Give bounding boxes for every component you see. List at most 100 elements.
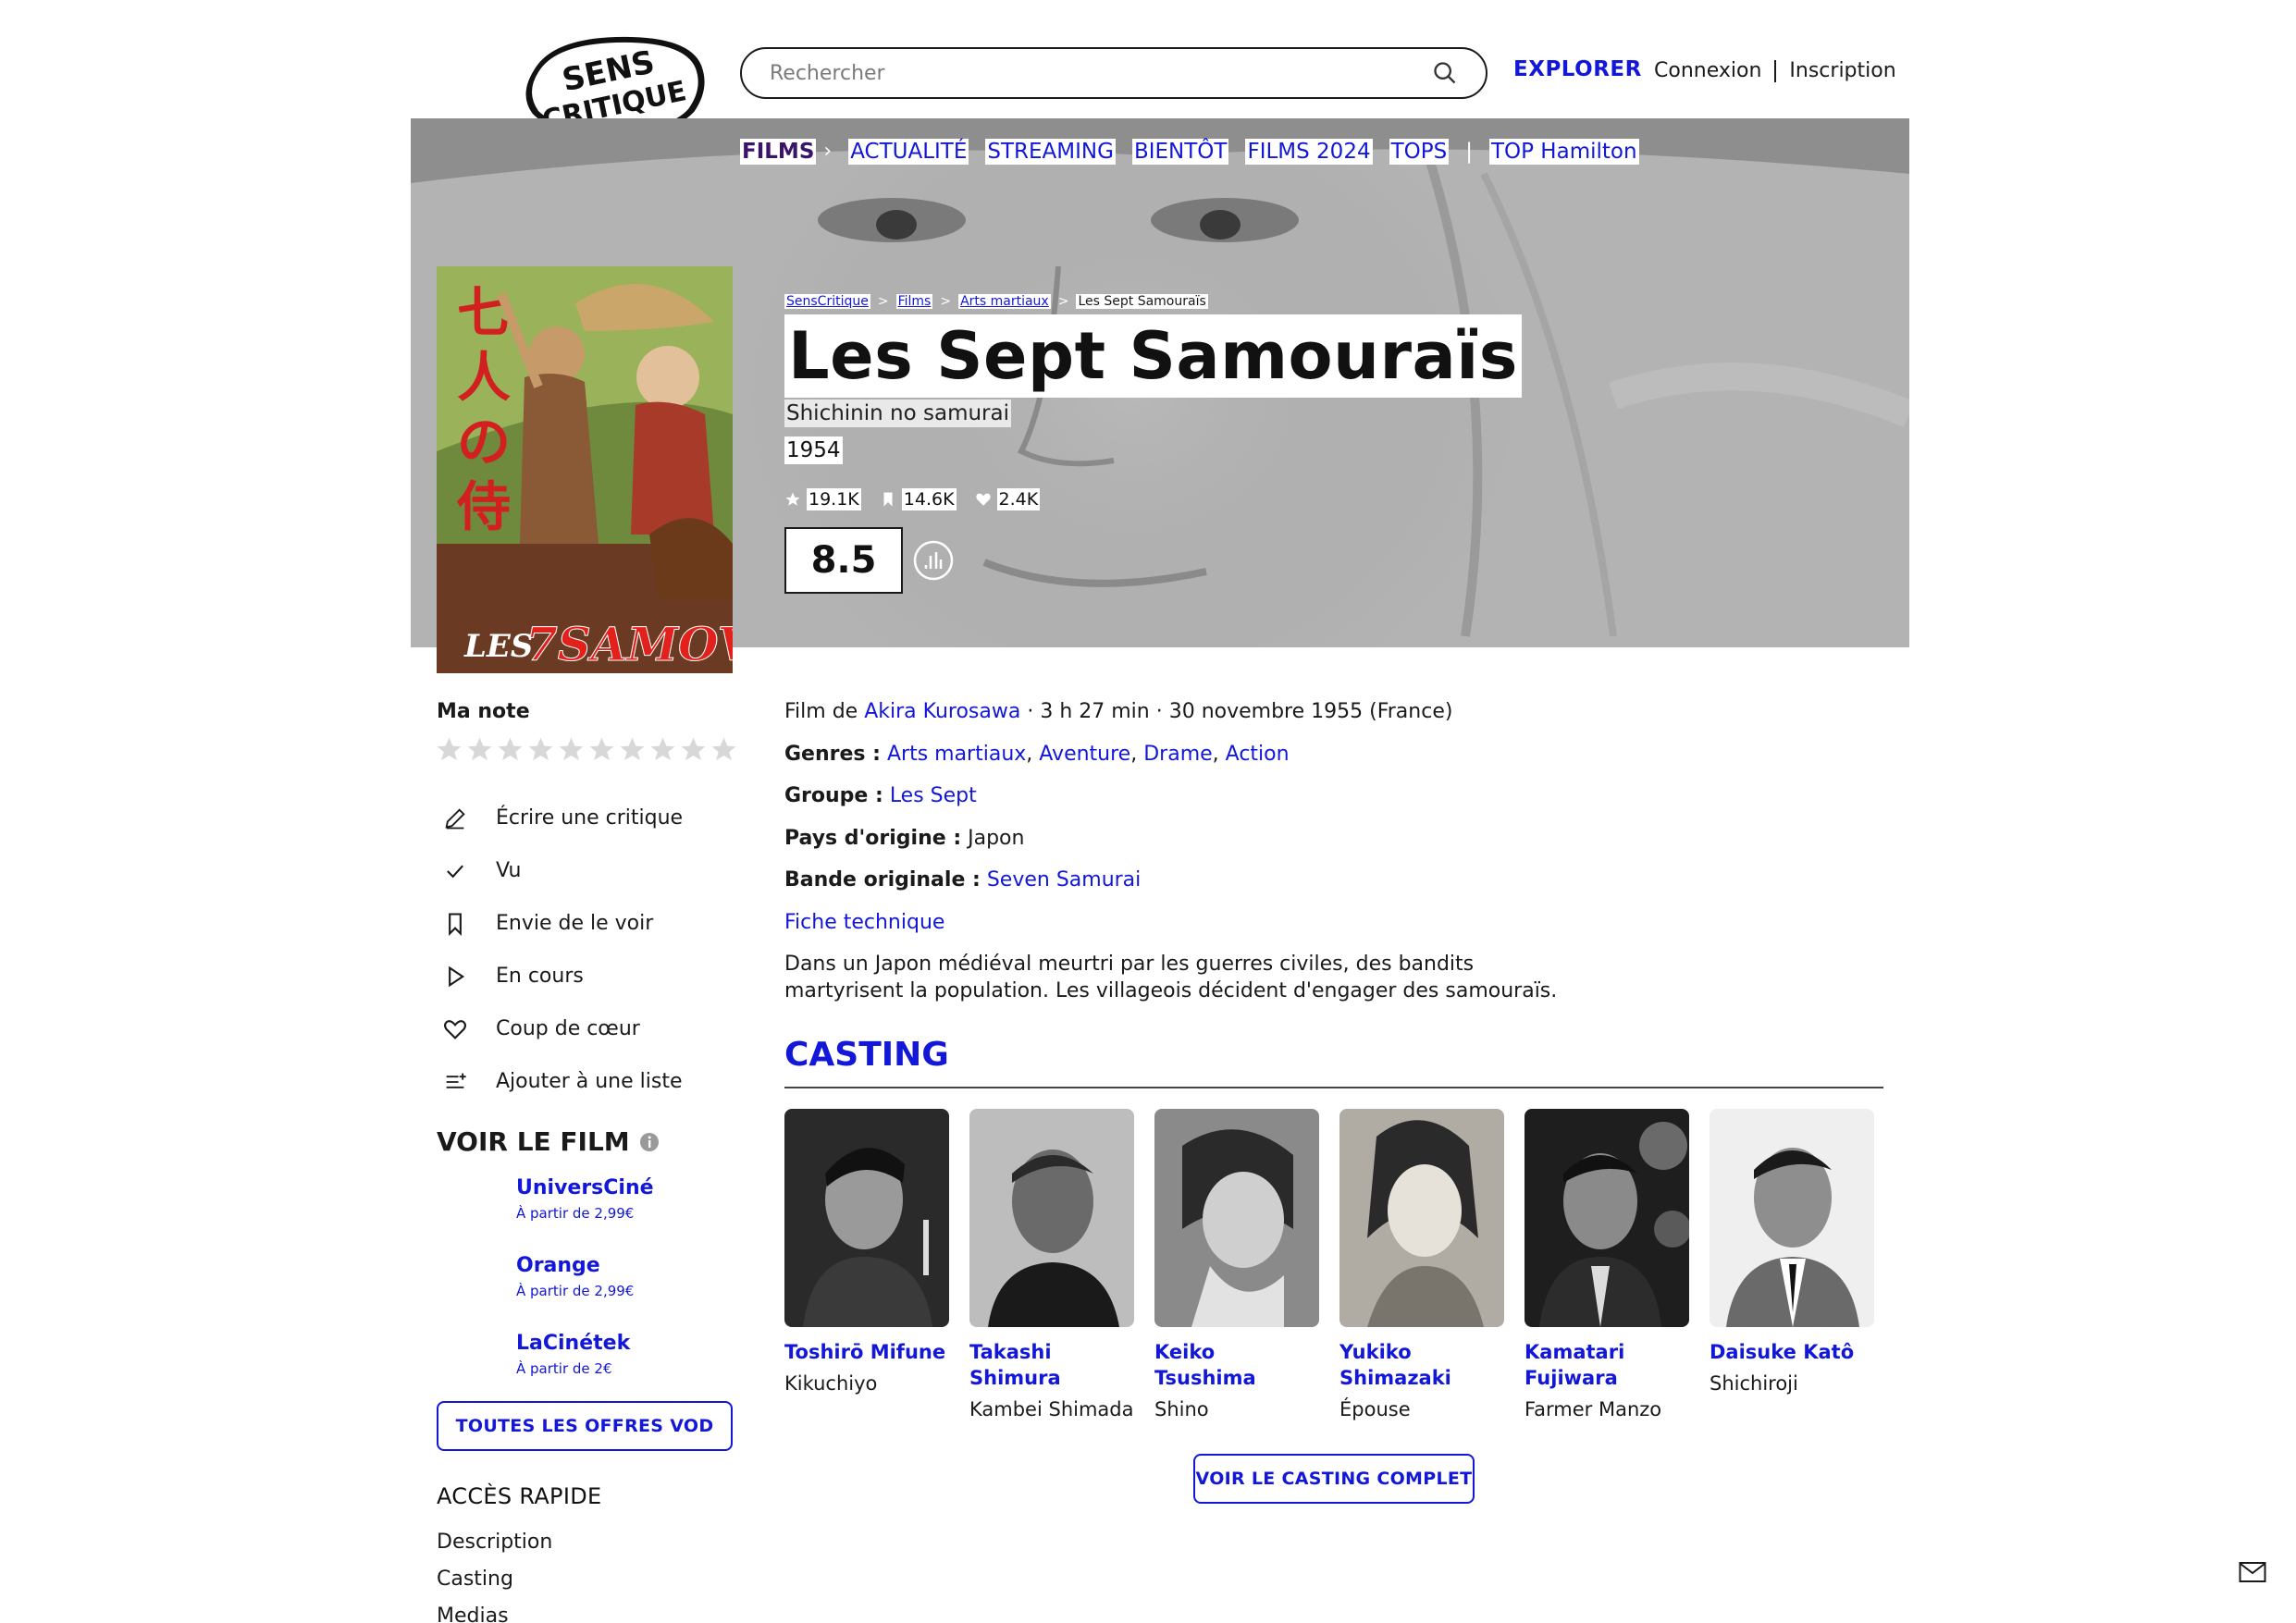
actor-photo[interactable] bbox=[784, 1109, 949, 1327]
search-input[interactable] bbox=[770, 61, 1432, 85]
cast-card[interactable]: Toshirō Mifune Kikuchiyo bbox=[784, 1109, 951, 1396]
search-bar[interactable] bbox=[740, 47, 1487, 99]
signup-link[interactable]: Inscription bbox=[1789, 59, 1895, 82]
star-icon bbox=[785, 492, 800, 506]
nav-films[interactable]: FILMS bbox=[740, 139, 817, 165]
all-vod-offers-button[interactable]: TOUTES LES OFFRES VOD bbox=[437, 1401, 733, 1451]
group-row: Groupe : Les Sept bbox=[784, 783, 1617, 826]
user-actions: Écrire une critique Vu Envie de le voir … bbox=[442, 792, 738, 1108]
quick-link-casting[interactable]: Casting bbox=[437, 1561, 552, 1598]
star-icon[interactable] bbox=[435, 735, 463, 764]
cast-card[interactable]: Yukiko Shimazaki Épouse bbox=[1339, 1109, 1506, 1422]
cast-card[interactable]: Keiko Tsushima Shino bbox=[1154, 1109, 1321, 1422]
group-link[interactable]: Les Sept bbox=[890, 784, 977, 807]
watch-section-title: VOIR LE FILM bbox=[437, 1126, 660, 1157]
movie-details: Film de Akira Kurosawa · 3 h 27 min · 30… bbox=[784, 699, 1617, 952]
star-icon[interactable] bbox=[587, 735, 616, 764]
star-icon[interactable] bbox=[496, 735, 525, 764]
rating-distribution-icon[interactable] bbox=[912, 539, 955, 582]
star-icon[interactable] bbox=[557, 735, 586, 764]
star-icon[interactable] bbox=[526, 735, 555, 764]
nav-films-2024[interactable]: FILMS 2024 bbox=[1245, 139, 1373, 165]
genre-link[interactable]: Action bbox=[1226, 743, 1290, 766]
actor-name[interactable]: Daisuke Katô bbox=[1710, 1339, 1876, 1365]
genre-link[interactable]: Drame bbox=[1143, 743, 1212, 766]
add-to-list-button[interactable]: Ajouter à une liste bbox=[442, 1055, 738, 1108]
quick-access-links: Description Casting Medias bbox=[437, 1524, 552, 1623]
soundtrack-row: Bande originale : Seven Samurai bbox=[784, 867, 1617, 910]
star-icon[interactable] bbox=[618, 735, 647, 764]
cast-card[interactable]: Daisuke Katô Shichiroji bbox=[1710, 1109, 1876, 1396]
actor-role: Farmer Manzo bbox=[1524, 1398, 1662, 1420]
actor-photo[interactable] bbox=[1154, 1109, 1319, 1327]
star-icon[interactable] bbox=[679, 735, 708, 764]
seen-button[interactable]: Vu bbox=[442, 844, 738, 897]
star-icon[interactable] bbox=[465, 735, 494, 764]
write-review-button[interactable]: Écrire une critique bbox=[442, 792, 738, 844]
actor-photo[interactable] bbox=[969, 1109, 1134, 1327]
ratings-count-value: 19.1K bbox=[807, 488, 861, 510]
tech-sheet-row: Fiche technique bbox=[784, 910, 1617, 953]
bookmark-icon bbox=[883, 492, 893, 507]
director-link[interactable]: Akira Kurosawa bbox=[864, 700, 1020, 723]
my-rating-stars[interactable] bbox=[435, 735, 738, 764]
my-rating-label: Ma note bbox=[437, 700, 530, 723]
auth-links: Connexion Inscription bbox=[1654, 59, 1896, 82]
actor-name[interactable]: Takashi Shimura bbox=[969, 1339, 1136, 1391]
explorer-link[interactable]: EXPLORER bbox=[1513, 57, 1642, 81]
favorites-count[interactable]: 2.4K bbox=[975, 488, 1041, 510]
group-label: Groupe : bbox=[784, 784, 883, 807]
movie-poster[interactable]: 七 人 の 侍 LES 7SAMOVRAÏ bbox=[437, 266, 733, 673]
quick-link-description[interactable]: Description bbox=[437, 1524, 552, 1561]
in-progress-button[interactable]: En cours bbox=[442, 950, 738, 1002]
wishlist-button[interactable]: Envie de le voir bbox=[442, 897, 738, 950]
genre-link[interactable]: Arts martiaux bbox=[887, 743, 1026, 766]
vod-offer-lacinetek[interactable]: LaCinétek À partir de 2€ bbox=[516, 1332, 630, 1377]
breadcrumb-current: Les Sept Samouraïs bbox=[1076, 294, 1208, 309]
genre-link[interactable]: Aventure bbox=[1039, 743, 1130, 766]
actor-name[interactable]: Yukiko Shimazaki bbox=[1339, 1339, 1506, 1391]
vod-offer-orange[interactable]: Orange À partir de 2,99€ bbox=[516, 1254, 634, 1299]
genres-label: Genres : bbox=[784, 742, 881, 766]
genres-row: Genres : Arts martiaux, Aventure, Drame,… bbox=[784, 742, 1290, 766]
star-icon[interactable] bbox=[710, 735, 738, 764]
actor-photo[interactable] bbox=[1710, 1109, 1874, 1327]
breadcrumb-films[interactable]: Films bbox=[895, 294, 933, 309]
quick-link-medias[interactable]: Medias bbox=[437, 1598, 552, 1623]
ratings-count[interactable]: 19.1K bbox=[784, 488, 861, 510]
actor-name[interactable]: Keiko Tsushima bbox=[1154, 1339, 1321, 1391]
favorite-button[interactable]: Coup de cœur bbox=[442, 1002, 738, 1055]
vod-offer-universcine[interactable]: UniversCiné À partir de 2,99€ bbox=[516, 1176, 654, 1222]
heart-icon bbox=[975, 493, 991, 506]
chevron-right-icon: › bbox=[823, 140, 833, 163]
breadcrumb-senscritique[interactable]: SensCritique bbox=[784, 294, 870, 309]
nav-top-hamilton[interactable]: TOP Hamilton bbox=[1488, 139, 1639, 165]
mail-icon[interactable] bbox=[2239, 1561, 2266, 1583]
svg-text:の: の bbox=[457, 411, 511, 473]
search-icon[interactable] bbox=[1432, 60, 1458, 86]
wishlist-count[interactable]: 14.6K bbox=[880, 488, 957, 510]
login-link[interactable]: Connexion bbox=[1654, 59, 1761, 82]
nav-tops[interactable]: TOPS bbox=[1389, 139, 1450, 165]
country-value: Japon bbox=[968, 826, 1025, 850]
actor-name[interactable]: Kamatari Fujiwara bbox=[1524, 1339, 1691, 1391]
breadcrumb-genre[interactable]: Arts martiaux bbox=[958, 294, 1051, 309]
tech-sheet-link[interactable]: Fiche technique bbox=[784, 911, 944, 934]
cast-card[interactable]: Takashi Shimura Kambei Shimada bbox=[969, 1109, 1136, 1422]
actor-name[interactable]: Toshirō Mifune bbox=[784, 1339, 951, 1365]
nav-actualite[interactable]: ACTUALITÉ bbox=[848, 139, 969, 165]
actor-photo[interactable] bbox=[1339, 1109, 1504, 1327]
info-icon[interactable] bbox=[639, 1132, 660, 1152]
full-cast-button[interactable]: VOIR LE CASTING COMPLET bbox=[1193, 1454, 1475, 1504]
soundtrack-link[interactable]: Seven Samurai bbox=[987, 868, 1141, 891]
cast-card[interactable]: Kamatari Fujiwara Farmer Manzo bbox=[1524, 1109, 1691, 1422]
svg-text:七: 七 bbox=[457, 281, 511, 344]
actor-photo[interactable] bbox=[1524, 1109, 1691, 1327]
movie-title: Les Sept Samouraïs bbox=[784, 314, 1522, 398]
star-icon[interactable] bbox=[648, 735, 677, 764]
nav-bientot[interactable]: BIENTÔT bbox=[1131, 139, 1229, 165]
average-rating[interactable]: 8.5 bbox=[784, 527, 903, 594]
bookmark-icon bbox=[449, 912, 462, 936]
nav-streaming[interactable]: STREAMING bbox=[985, 139, 1116, 165]
vod-price: À partir de 2€ bbox=[516, 1360, 612, 1377]
